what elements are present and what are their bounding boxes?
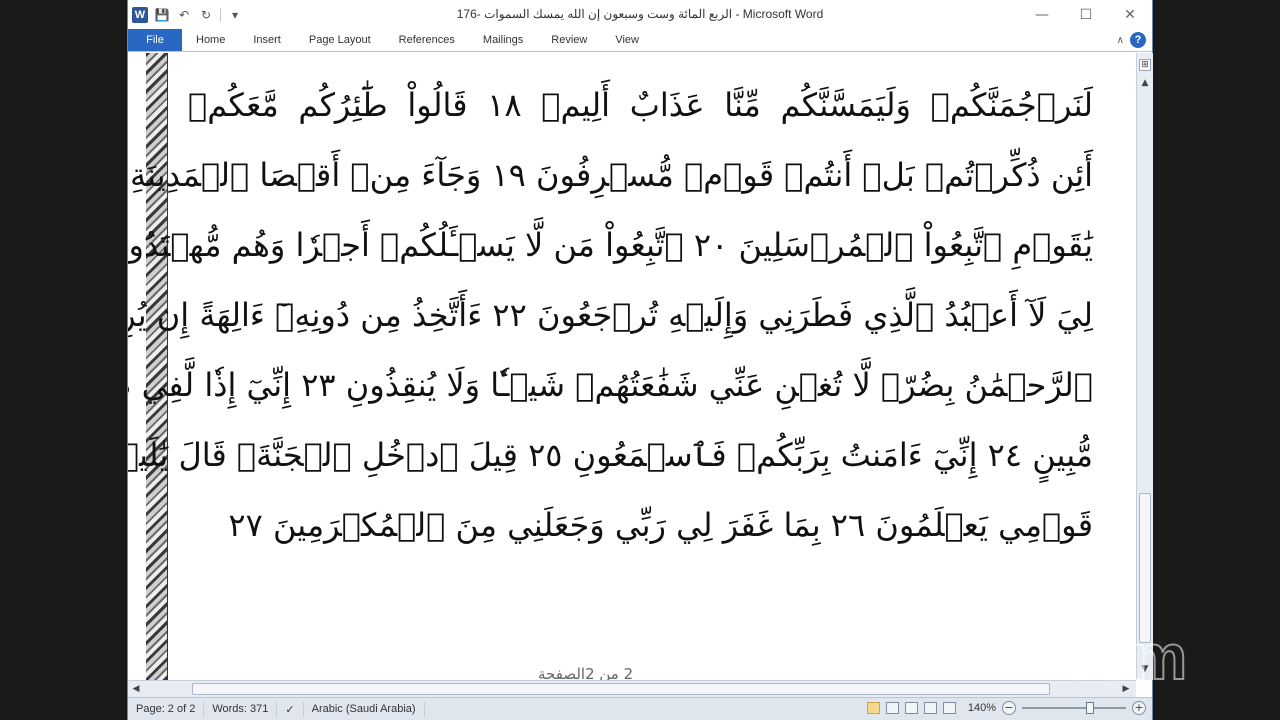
text-line-4[interactable]: لِيَ لَآ أَعۡبُدُ ٱلَّذِي فَطَرَنِي وَإِ… [128,283,1093,353]
help-icon[interactable]: ? [1130,32,1146,48]
zoom-slider-knob[interactable] [1086,702,1094,714]
outline-view-icon[interactable] [923,702,937,714]
text-line-7[interactable]: قَوۡمِي يَعۡلَمُونَ ٢٦ بِمَا غَفَرَ لِي … [188,493,1093,563]
tab-mailings[interactable]: Mailings [469,29,537,51]
horizontal-scrollbar[interactable]: ◀ ▶ [128,680,1136,697]
tab-home[interactable]: Home [182,29,239,51]
page-count[interactable]: Page: 2 of 2 [128,701,205,717]
word-count[interactable]: Words: 371 [204,701,278,717]
tab-insert[interactable]: Insert [239,29,295,51]
draft-view-icon[interactable] [942,702,956,714]
tab-view[interactable]: View [601,29,653,51]
page-footer: 2 من 2الصفحة [538,665,634,680]
text-line-2[interactable]: أَئِن ذُكِّرۡتُمۚ بَلۡ أَنتُمۡ قَوۡمٞ مُ… [128,143,1093,213]
proofing-icon[interactable]: ✓ [277,701,304,717]
zoom-slider[interactable] [1022,702,1126,714]
window-title: الربع المائة وست وسبعون إن الله يمسك الس… [456,7,824,21]
web-layout-icon[interactable] [904,702,918,714]
tab-page-layout[interactable]: Page Layout [295,29,385,51]
window-controls: — ☐ ✕ [1020,0,1152,29]
zoom-watermark-logo: zoom [1025,620,1188,694]
vertical-scrollbar[interactable]: ⊞ ▲ ▼ [1136,53,1153,680]
zoom-out-button[interactable]: − [1002,701,1016,715]
status-bar: Page: 2 of 2 Words: 371 ✓ Arabic (Saudi … [128,697,1152,720]
chevron-up-icon[interactable]: ∧ [1117,35,1124,46]
tab-file[interactable]: File [128,29,182,51]
document-area[interactable]: لَنَرۡجُمَنَّكُمۡ وَلَيَمَسَّنَّكُم مِّن… [128,53,1136,680]
horizontal-scroll-thumb[interactable] [192,683,1050,695]
ribbon-tabs: File Home Insert Page Layout References … [128,29,1152,52]
screen: W 💾 ↶ ↻ ▾ الربع المائة وست وسبعون إن الل… [0,0,1280,720]
zoom-level[interactable]: 140% [968,702,996,714]
word-window: W 💾 ↶ ↻ ▾ الربع المائة وست وسبعون إن الل… [127,0,1153,720]
scroll-left-icon[interactable]: ◀ [128,681,144,697]
tab-review[interactable]: Review [537,29,601,51]
text-line-3[interactable]: يَٰقَوۡمِ ٱتَّبِعُواْ ٱلۡمُرۡسَلِينَ ٢٠ … [128,213,1093,283]
minimize-button[interactable]: — [1020,0,1064,29]
scroll-up-icon[interactable]: ▲ [1137,75,1153,91]
ribbon-right-controls: ∧ ? [1117,32,1146,48]
ruler-toggle-icon[interactable]: ⊞ [1139,59,1151,71]
text-line-5[interactable]: ٱلرَّحۡمَٰنُ بِضُرّٖ لَّا تُغۡنِ عَنِّي … [128,353,1093,423]
zoom-in-button[interactable]: + [1132,701,1146,715]
title-bar: W 💾 ↶ ↻ ▾ الربع المائة وست وسبعون إن الل… [128,0,1152,29]
maximize-button[interactable]: ☐ [1064,0,1108,29]
language-indicator[interactable]: Arabic (Saudi Arabia) [304,701,425,717]
tab-references[interactable]: References [385,29,469,51]
text-line-1[interactable]: لَنَرۡجُمَنَّكُمۡ وَلَيَمَسَّنَّكُم مِّن… [188,73,1093,143]
document-text[interactable]: لَنَرۡجُمَنَّكُمۡ وَلَيَمَسَّنَّكُم مِّن… [128,73,1093,563]
text-line-6[interactable]: مُّبِينٍ ٢٤ إِنِّيٓ ءَامَنتُ بِرَبِّكُمۡ… [128,423,1093,493]
full-screen-reading-icon[interactable] [885,702,899,714]
print-layout-view-icon[interactable] [866,702,880,714]
close-button[interactable]: ✕ [1108,0,1152,29]
view-and-zoom-controls: 140% − + [866,701,1146,715]
